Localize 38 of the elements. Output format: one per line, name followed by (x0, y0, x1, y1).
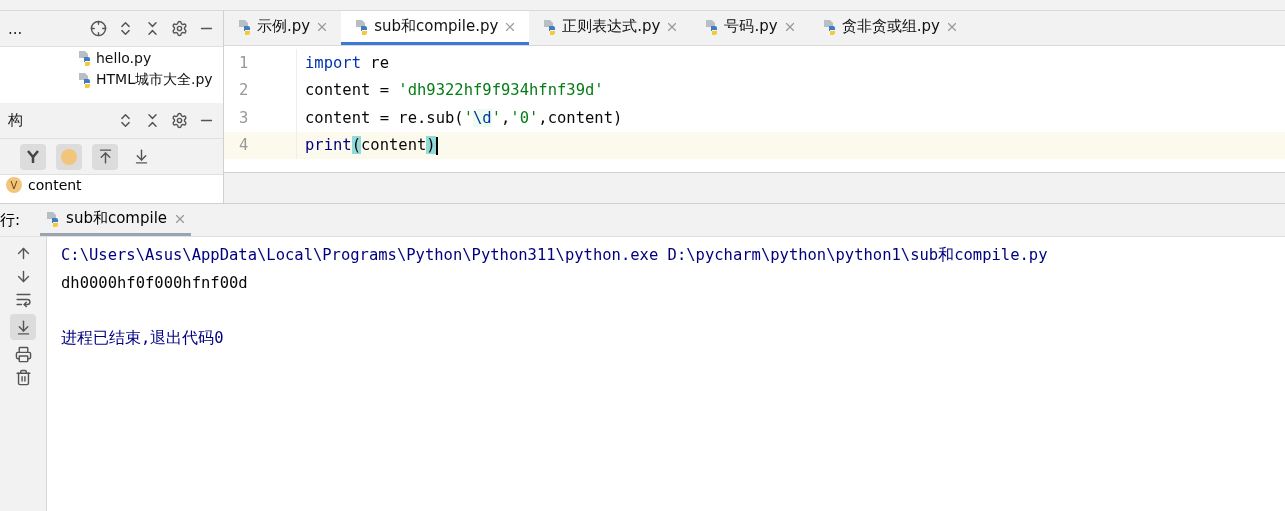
editor-tab[interactable]: 贪非贪或组.py (808, 11, 971, 45)
variable-badge: V (6, 177, 22, 193)
scroll-to-end-icon[interactable] (10, 314, 36, 340)
wrap-icon[interactable] (14, 291, 32, 308)
python-file-icon (703, 18, 720, 35)
file-item[interactable]: hello.py (0, 47, 223, 69)
trash-icon[interactable] (14, 369, 32, 386)
code-line: print(content) (304, 136, 438, 155)
console-line: C:\Users\Asus\AppData\Local\Programs\Python\Python311\python.exe D:\pycharm\python\python1\sub和compile.py (61, 245, 1049, 267)
editor-tab[interactable]: 正则表达式.py (529, 11, 692, 45)
editor-tab[interactable]: 号码.py (691, 11, 809, 45)
code-line: content = 'dh9322hf9f934hfnf39d' (304, 81, 604, 100)
settings-icon[interactable] (171, 112, 188, 129)
settings-icon[interactable] (171, 20, 188, 37)
console-line: dh0000hf0f000hfnf00d (61, 273, 249, 295)
print-icon[interactable] (14, 346, 32, 363)
editor-tab[interactable]: 示例.py (224, 11, 342, 45)
code-line: import re (304, 53, 389, 72)
code-line: content = re.sub('\d','0',content) (304, 108, 623, 127)
editor-tab[interactable]: sub和compile.py (341, 11, 530, 45)
python-file-icon (76, 72, 92, 88)
python-file-icon (76, 50, 92, 66)
line-number: 1 (224, 49, 297, 77)
python-file-icon (353, 18, 370, 35)
line-number: 4 (224, 131, 297, 159)
line-number: 2 (224, 76, 297, 104)
panel-title: ... (8, 19, 24, 38)
python-file-icon (541, 18, 558, 35)
panel-title: 构 (8, 111, 24, 130)
structure-item[interactable]: content (28, 177, 82, 193)
console-line: 进程已结束,退出代码0 (61, 327, 225, 349)
line-number: 3 (224, 104, 297, 132)
python-file-icon (44, 210, 61, 227)
python-file-icon (236, 18, 252, 35)
run-label: 行: (0, 210, 21, 230)
locate-icon[interactable] (90, 20, 107, 37)
fork-icon[interactable] (20, 143, 46, 170)
file-item[interactable]: HTML城市大全.py (0, 69, 223, 91)
